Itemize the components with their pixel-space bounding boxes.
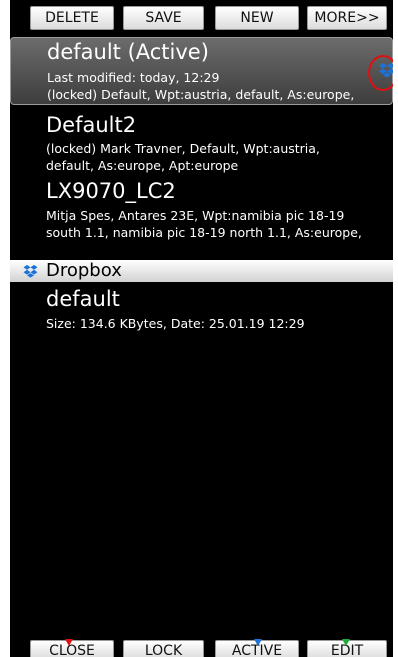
- dropbox-icon[interactable]: [379, 62, 393, 78]
- green-marker-icon: [342, 639, 350, 646]
- close-button[interactable]: CLOSE: [30, 639, 114, 657]
- bottom-toolbar: CLOSE LOCK ACTIVE EDIT: [10, 634, 393, 657]
- profile-item-lx9070[interactable]: LX9070_LC2 Mitja Spes, Antares 23E, Wpt:…: [10, 178, 393, 250]
- profile-item-active[interactable]: default (Active) Last modified: today, 1…: [10, 37, 393, 105]
- profile-item-default2[interactable]: Default2 (locked) Mark Travner, Default,…: [10, 108, 393, 176]
- top-toolbar: a DELETE SAVE NEW MORE>>: [10, 0, 393, 34]
- profile-detail-line: Last modified: today, 12:29: [47, 70, 220, 85]
- profile-title: default: [46, 287, 120, 311]
- dropbox-icon: [23, 264, 38, 278]
- section-title: Dropbox: [46, 260, 122, 281]
- more-button[interactable]: MORE>>: [307, 6, 387, 30]
- profile-details: Mitja Spes, Antares 23E, Wpt:namibia pic…: [46, 207, 391, 241]
- profile-detail-line: default, As:europe, Apt:europe: [46, 158, 239, 173]
- profile-detail-line: Mitja Spes, Antares 23E, Wpt:namibia pic…: [46, 208, 345, 223]
- profile-manager-screen: a DELETE SAVE NEW MORE>> default (Active…: [10, 0, 393, 657]
- file-info: Size: 134.6 KBytes, Date: 25.01.19 12:29: [46, 316, 305, 331]
- blue-marker-icon: [254, 639, 262, 646]
- dropbox-item-default[interactable]: default Size: 134.6 KBytes, Date: 25.01.…: [10, 286, 393, 336]
- red-marker-icon: [65, 639, 73, 646]
- new-button[interactable]: NEW: [215, 6, 299, 30]
- active-button[interactable]: ACTIVE: [215, 639, 299, 657]
- profile-title: Default2: [46, 113, 137, 137]
- dropbox-section-header: Dropbox: [10, 260, 393, 282]
- edit-button[interactable]: EDIT: [307, 639, 387, 657]
- profile-details: Size: 134.6 KBytes, Date: 25.01.19 12:29: [46, 315, 391, 332]
- profile-detail-line: south 1.1, namibia pic 18-19 north 1.1, …: [46, 225, 362, 240]
- profile-title: LX9070_LC2: [46, 179, 176, 203]
- save-button[interactable]: SAVE: [123, 6, 204, 30]
- profile-detail-line: (locked) Default, Wpt:austria, default, …: [47, 87, 355, 102]
- profile-detail-line: (locked) Mark Travner, Default, Wpt:aust…: [46, 141, 320, 156]
- profile-details: Last modified: today, 12:29 (locked) Def…: [47, 69, 390, 103]
- delete-button[interactable]: DELETE: [30, 6, 114, 30]
- profile-details: (locked) Mark Travner, Default, Wpt:aust…: [46, 140, 391, 174]
- lock-button[interactable]: LOCK: [123, 640, 204, 657]
- profile-title: default (Active): [47, 40, 209, 64]
- lock-label: LOCK: [144, 643, 183, 657]
